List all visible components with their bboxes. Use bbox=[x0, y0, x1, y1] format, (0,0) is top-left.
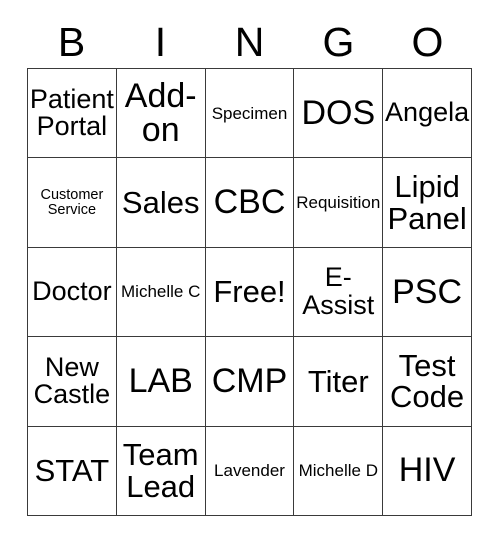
bingo-cell-label: Michelle C bbox=[121, 282, 201, 302]
bingo-cell-label: Test Code bbox=[390, 347, 465, 415]
bingo-cell-r1c3[interactable]: Specimen bbox=[205, 69, 295, 159]
bingo-cell-r1c1[interactable]: Patient Portal bbox=[28, 69, 117, 159]
bingo-cell-label: STAT bbox=[34, 452, 110, 488]
bingo-cell-label: DOS bbox=[301, 93, 376, 132]
bingo-cell-label: New Castle bbox=[33, 351, 111, 410]
bingo-cell-r2c4[interactable]: Requisition bbox=[294, 158, 384, 248]
bingo-cell-label: CMP bbox=[211, 362, 288, 401]
bingo-cell-label: Lipid Panel bbox=[387, 168, 467, 236]
bingo-cell-r2c5[interactable]: Lipid Panel bbox=[383, 158, 472, 248]
bingo-cell-r5c3[interactable]: Lavender bbox=[205, 426, 295, 516]
bingo-cell-label: CBC bbox=[213, 183, 286, 222]
bingo-cell-r5c4[interactable]: Michelle D bbox=[294, 426, 384, 516]
bingo-header-row: B I N G O bbox=[27, 16, 472, 68]
bingo-cell-r5c2[interactable]: Team Lead bbox=[116, 426, 206, 516]
bingo-cell-r3c2[interactable]: Michelle C bbox=[116, 247, 206, 338]
bingo-cell-label: Lavender bbox=[214, 461, 285, 481]
bingo-cell-label: Add-on bbox=[124, 76, 197, 150]
bingo-cell-r4c5[interactable]: Test Code bbox=[383, 337, 472, 427]
bingo-cell-r5c5[interactable]: HIV bbox=[383, 426, 472, 516]
bingo-cell-r3c4[interactable]: E-Assist bbox=[294, 247, 384, 338]
bingo-grid: Patient Portal Add-on Specimen DOS Angel… bbox=[27, 68, 472, 516]
bingo-header-letter-o: O bbox=[411, 18, 444, 65]
bingo-header-letter-i: I bbox=[154, 18, 167, 65]
bingo-cell-label: Team Lead bbox=[122, 437, 199, 504]
bingo-cell-label: Patient Portal bbox=[29, 83, 114, 142]
bingo-cell-label: Doctor bbox=[32, 276, 112, 307]
bingo-cell-label: Requisition bbox=[296, 192, 381, 212]
bingo-cell-label: Customer Service bbox=[40, 186, 104, 218]
bingo-card: B I N G O Patient Portal Add-on Specimen… bbox=[0, 0, 500, 544]
bingo-cell-r1c4[interactable]: DOS bbox=[294, 69, 384, 159]
bingo-cell-r3c5[interactable]: PSC bbox=[383, 247, 472, 338]
bingo-cell-r5c1[interactable]: STAT bbox=[28, 426, 117, 516]
bingo-cell-free-space[interactable]: Free! bbox=[205, 247, 295, 338]
bingo-cell-label: Angela bbox=[385, 97, 470, 128]
bingo-header-letter-n: N bbox=[234, 18, 265, 65]
bingo-header-letter-g: G bbox=[322, 18, 355, 65]
bingo-cell-label: E-Assist bbox=[302, 262, 375, 320]
bingo-cell-r1c5[interactable]: Angela bbox=[383, 69, 472, 159]
bingo-cell-label: Michelle D bbox=[298, 461, 378, 481]
bingo-cell-r1c2[interactable]: Add-on bbox=[116, 69, 206, 159]
bingo-cell-r3c1[interactable]: Doctor bbox=[28, 247, 117, 338]
bingo-cell-r2c1[interactable]: Customer Service bbox=[28, 158, 117, 248]
bingo-cell-r4c2[interactable]: LAB bbox=[116, 337, 206, 427]
bingo-cell-label: Sales bbox=[121, 184, 200, 220]
bingo-cell-r4c3[interactable]: CMP bbox=[205, 337, 295, 427]
bingo-cell-label: Free! bbox=[213, 274, 286, 310]
bingo-header-letter-b: B bbox=[57, 18, 86, 65]
bingo-cell-r4c1[interactable]: New Castle bbox=[28, 337, 117, 427]
bingo-cell-label: Titer bbox=[307, 363, 369, 399]
bingo-cell-r2c3[interactable]: CBC bbox=[205, 158, 295, 248]
bingo-cell-label: HIV bbox=[398, 451, 456, 490]
bingo-cell-r4c4[interactable]: Titer bbox=[294, 337, 384, 427]
bingo-cell-label: LAB bbox=[128, 362, 193, 401]
bingo-cell-label: PSC bbox=[392, 272, 463, 311]
bingo-cell-r2c2[interactable]: Sales bbox=[116, 158, 206, 248]
bingo-cell-label: Specimen bbox=[211, 103, 288, 123]
